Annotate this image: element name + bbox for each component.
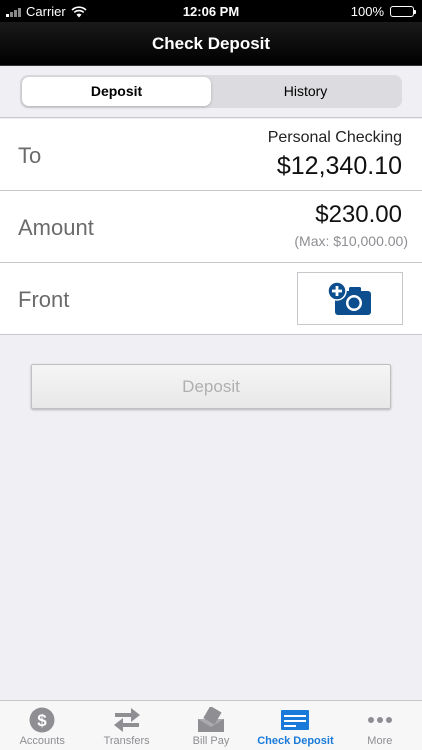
account-balance: $12,340.10 <box>276 152 402 180</box>
account-name: Personal Checking <box>267 129 402 146</box>
battery-percent: 100% <box>350 4 384 19</box>
tab-bill-pay[interactable]: Bill Pay <box>169 701 253 750</box>
amount-row[interactable]: Amount $230.00 (Max: $10,000.00) <box>0 191 422 263</box>
to-account-row[interactable]: To Personal Checking $12,340.10 <box>0 119 422 191</box>
bill-pay-icon <box>198 707 225 732</box>
tab-deposit[interactable]: Deposit <box>22 77 211 106</box>
amount-value[interactable]: $230.00 <box>315 201 402 229</box>
more-dots-icon <box>367 717 392 723</box>
deposit-button[interactable]: Deposit <box>31 364 391 409</box>
page-title: Check Deposit <box>0 22 422 66</box>
front-camera-button[interactable] <box>297 272 403 325</box>
tab-history[interactable]: History <box>211 77 400 106</box>
tab-check-deposit[interactable]: Check Deposit <box>253 701 337 750</box>
status-right: 100% <box>350 4 416 19</box>
front-image-row: Front <box>0 263 422 335</box>
amount-label: Amount <box>18 215 94 240</box>
tab-label-check-deposit: Check Deposit <box>257 735 334 747</box>
battery-icon <box>390 6 416 17</box>
tab-accounts[interactable]: $ Accounts <box>0 701 84 750</box>
check-icon <box>281 710 310 730</box>
tab-bar: $ Accounts Transfers Bill Pay Check Depo… <box>0 700 422 750</box>
transfer-arrows-icon <box>113 708 140 732</box>
status-bar: Carrier 12:06 PM 100% <box>0 0 422 22</box>
svg-text:$: $ <box>37 711 47 730</box>
tab-label-bill-pay: Bill Pay <box>192 735 230 747</box>
dollar-icon: $ <box>29 707 55 733</box>
tab-label-more: More <box>367 735 393 747</box>
max-amount: (Max: $10,000.00) <box>294 233 408 249</box>
front-label: Front <box>18 287 70 312</box>
add-camera-icon <box>327 280 371 315</box>
tab-transfers[interactable]: Transfers <box>84 701 168 750</box>
tab-label-accounts: Accounts <box>19 735 65 747</box>
segment-control-area: Deposit History <box>0 66 422 118</box>
tab-more[interactable]: More <box>338 701 422 750</box>
tab-label-transfers: Transfers <box>103 735 150 747</box>
to-label: To <box>18 143 42 168</box>
segmented-control: Deposit History <box>20 75 402 108</box>
